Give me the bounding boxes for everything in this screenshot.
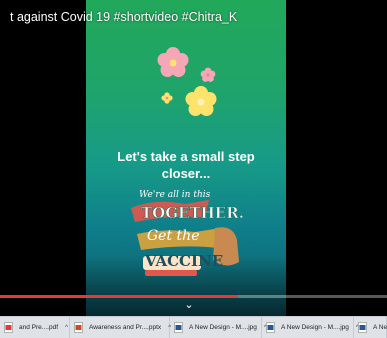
- progress-bar[interactable]: [0, 295, 387, 298]
- art-line-4: VACCINE: [144, 252, 223, 270]
- download-filename: Awareness and Pr....pptx: [89, 324, 162, 331]
- caption-line-2: closer...: [161, 166, 211, 181]
- download-item[interactable]: A New Design - M....jpg ^: [262, 317, 359, 338]
- small-yellow-flower-icon: [161, 92, 173, 104]
- caption-line-1: Let's take a small step: [117, 149, 255, 164]
- yellow-flower-icon: [185, 86, 217, 116]
- pptx-file-icon: [74, 322, 83, 333]
- art-line-1: We're all in this: [139, 190, 211, 200]
- chevron-down-icon[interactable]: ⌄: [182, 299, 196, 311]
- download-filename: A New: [373, 324, 387, 331]
- video-player[interactable]: t against Covid 19 #shortvideo #Chitra_K: [0, 0, 387, 316]
- art-line-3: Get the: [147, 228, 199, 244]
- video-caption: Let's take a small step closer...: [92, 148, 280, 182]
- download-filename: A New Design - M....jpg: [189, 324, 257, 331]
- pink-flower-icon: [157, 47, 189, 77]
- jpg-file-icon: [174, 322, 183, 333]
- download-menu-caret[interactable]: ^: [65, 324, 68, 331]
- progress-fill: [0, 295, 238, 298]
- small-pink-flower-icon: [200, 67, 216, 82]
- download-item[interactable]: Awareness and Pr....pptx ^: [70, 317, 171, 338]
- download-item[interactable]: A New: [354, 317, 387, 338]
- flowers-illustration: [157, 47, 217, 116]
- vaccine-lettering-illustration: We're all in this TOGETHER. Get the VACC…: [131, 190, 244, 276]
- jpg-file-icon: [358, 322, 367, 333]
- video-title: t against Covid 19 #shortvideo #Chitra_K: [10, 10, 238, 24]
- downloads-bar: and Pre....pdf ^ Awareness and Pr....pptx ^…: [0, 316, 387, 338]
- jpg-file-icon: [266, 322, 275, 333]
- download-filename: A New Design - M....jpg: [281, 324, 349, 331]
- download-filename: and Pre....pdf: [19, 324, 59, 331]
- download-item[interactable]: A New Design - M....jpg ^: [170, 317, 267, 338]
- download-item[interactable]: and Pre....pdf ^: [0, 317, 70, 338]
- art-line-2: TOGETHER.: [141, 204, 244, 222]
- pdf-file-icon: [4, 322, 13, 333]
